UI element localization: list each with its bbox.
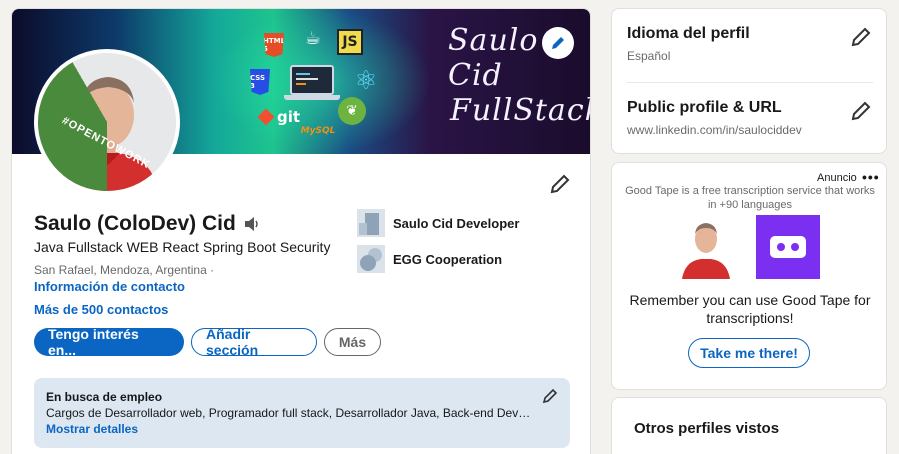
org-item-1[interactable]: Saulo Cid Developer [357, 209, 519, 237]
mysql-logo: MySQL [300, 126, 336, 136]
css3-logo: CSS 3 [250, 69, 270, 95]
public-url-value: www.linkedin.com/in/saulociddev [627, 123, 802, 137]
html5-logo: HTML 5 [264, 33, 284, 57]
laptop-icon [290, 65, 334, 95]
public-url-title: Public profile & URL [627, 99, 782, 116]
ad-label: Anuncio [817, 172, 857, 184]
others-viewed-card: Otros perfiles vistos [611, 397, 887, 454]
profile-settings-card: Idioma del perfil Español Public profile… [611, 8, 887, 154]
pencil-icon [851, 101, 871, 121]
banner-script-role: FullStack [450, 93, 591, 128]
javascript-logo: JS [337, 29, 363, 55]
connections-link[interactable]: Más de 500 contactos [34, 302, 168, 317]
edit-profile-button[interactable] [548, 172, 572, 196]
profile-card: HTML 5 ☕ JS CSS 3 ⚛ git MySQL ❦ Saulo Ci… [11, 8, 591, 454]
profile-language-title: Idioma del perfil [627, 25, 750, 42]
ad-more-button[interactable]: ••• [862, 169, 880, 185]
pencil-icon [542, 388, 558, 404]
ad-member-photo [674, 215, 738, 279]
profile-photo[interactable]: #OPENTOWORK [34, 49, 180, 195]
profile-name: Saulo (ColoDev) Cid [34, 212, 262, 236]
profile-language-value: Español [627, 49, 671, 63]
others-viewed-title: Otros perfiles vistos [634, 420, 780, 437]
ad-body: Remember you can use Good Tape for trans… [629, 292, 871, 326]
company-logo [357, 209, 385, 237]
laptop-base [284, 95, 340, 100]
add-section-button[interactable]: Añadir sección [191, 326, 317, 358]
public-url-section: Public profile & URL www.linkedin.com/in… [627, 99, 873, 137]
contact-info-link[interactable]: Información de contacto [34, 279, 185, 294]
ad-card: Anuncio ••• Good Tape is a free transcri… [611, 162, 887, 390]
divider [627, 82, 873, 83]
org-name: EGG Cooperation [393, 251, 503, 267]
spring-logo: ❦ [338, 97, 366, 125]
edit-language-button[interactable] [849, 25, 873, 49]
ad-tagline: Good Tape is a free transcription servic… [625, 185, 875, 211]
open-to-button[interactable]: Tengo interés en... [34, 326, 184, 358]
show-details-link[interactable]: Mostrar detalles [46, 422, 558, 436]
school-logo [357, 245, 385, 273]
profile-location: San Rafael, Mendoza, Argentina · [34, 263, 215, 277]
edit-banner-button[interactable] [542, 27, 574, 59]
more-button[interactable]: Más [324, 328, 381, 356]
org-name: Saulo Cid Developer [393, 215, 520, 231]
good-tape-logo [756, 215, 820, 279]
edit-url-button[interactable] [849, 99, 873, 123]
ad-cta-button[interactable]: Take me there! [688, 338, 810, 368]
speaker-icon[interactable] [242, 214, 262, 234]
edit-open-to-work-button[interactable] [542, 388, 558, 404]
pencil-icon [550, 174, 570, 194]
pencil-icon [851, 27, 871, 47]
pencil-icon [552, 37, 564, 49]
profile-language-section: Idioma del perfil Español [627, 25, 873, 63]
open-to-work-description: Cargos de Desarrollador web, Programador… [46, 406, 536, 420]
profile-name-text: Saulo (ColoDev) Cid [34, 212, 236, 235]
react-logo: ⚛ [354, 66, 378, 96]
profile-headline: Java Fullstack WEB React Spring Boot Sec… [34, 239, 331, 255]
java-logo: ☕ [304, 27, 322, 49]
open-to-work-title: En busca de empleo [46, 390, 163, 404]
open-to-work-box: En busca de empleo Cargos de Desarrollad… [34, 378, 570, 448]
org-item-2[interactable]: EGG Cooperation [357, 245, 502, 273]
